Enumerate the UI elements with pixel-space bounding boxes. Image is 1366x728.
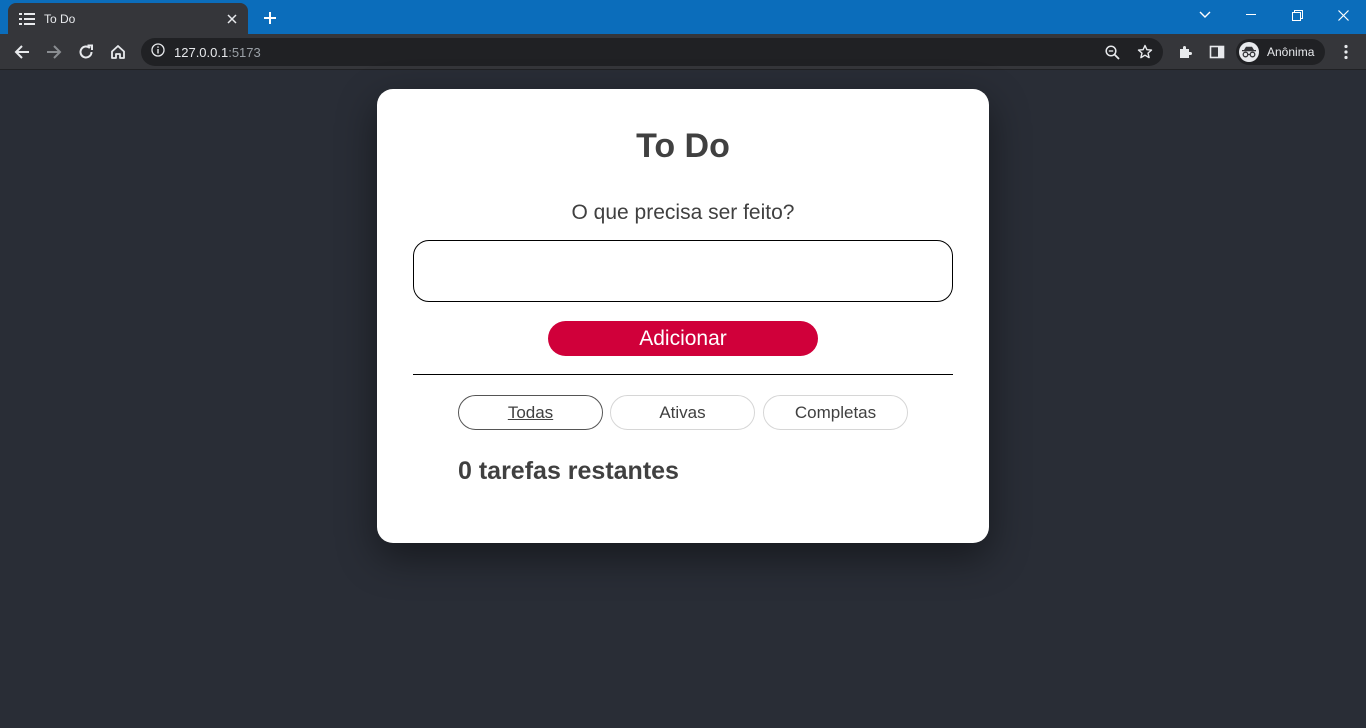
filter-active-button[interactable]: Ativas [610, 395, 755, 430]
new-tab-button[interactable] [258, 6, 282, 30]
todo-card: To Do O que precisa ser feito? Adicionar… [377, 89, 989, 543]
task-input-label: O que precisa ser feito? [571, 201, 795, 224]
side-panel-icon[interactable] [1203, 38, 1231, 66]
remaining-tasks-count: 0 tarefas restantes [458, 457, 679, 485]
close-window-button[interactable] [1320, 0, 1366, 30]
back-arrow-icon[interactable] [8, 38, 36, 66]
incognito-icon [1239, 42, 1259, 62]
incognito-profile-button[interactable]: Anônima [1236, 39, 1325, 65]
forward-arrow-icon[interactable] [40, 38, 68, 66]
zoom-icon[interactable] [1098, 38, 1126, 66]
url-host: 127.0.0.1 [174, 44, 229, 60]
url-port: :5173 [228, 44, 261, 60]
extensions-puzzle-icon[interactable] [1171, 38, 1199, 66]
bookmark-star-icon[interactable] [1131, 38, 1159, 66]
restore-button[interactable] [1274, 0, 1320, 30]
list-icon [19, 11, 35, 27]
browser-toolbar: 127.0.0.1:5173 Anônima [0, 34, 1366, 70]
page-viewport: To Do O que precisa ser feito? Adicionar… [0, 70, 1366, 728]
tab-search-chevron-icon[interactable] [1182, 0, 1228, 30]
address-bar[interactable]: 127.0.0.1:5173 [141, 38, 1163, 66]
browser-tab-strip: To Do [0, 0, 1366, 34]
task-input[interactable] [413, 240, 953, 302]
info-icon[interactable] [151, 42, 165, 62]
kebab-menu-icon[interactable] [1332, 38, 1360, 66]
add-task-button[interactable]: Adicionar [548, 321, 818, 356]
filter-all-button[interactable]: Todas [458, 395, 603, 430]
minimize-button[interactable] [1228, 0, 1274, 30]
reload-icon[interactable] [72, 38, 100, 66]
close-tab-icon[interactable] [224, 11, 240, 27]
page-title: To Do [636, 127, 730, 165]
divider [413, 374, 953, 375]
browser-tab[interactable]: To Do [8, 3, 248, 34]
filter-completed-button[interactable]: Completas [763, 395, 908, 430]
tab-title: To Do [44, 11, 76, 26]
home-icon[interactable] [104, 38, 132, 66]
profile-label: Anônima [1267, 45, 1315, 59]
